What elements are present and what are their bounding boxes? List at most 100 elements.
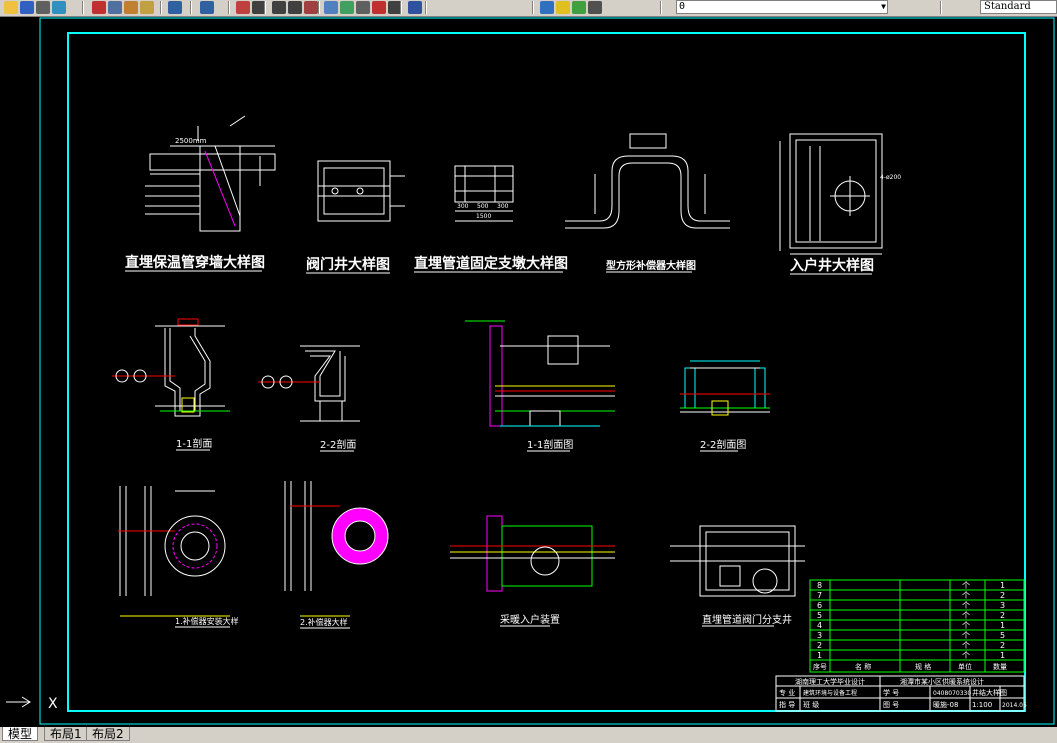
properties-icon[interactable]: [304, 1, 318, 14]
svg-text:个: 个: [962, 591, 970, 600]
title-compensator: 2.补偿器大样: [300, 617, 348, 627]
svg-text:4: 4: [817, 621, 822, 630]
detail-compensator-install: [118, 486, 230, 617]
pan-icon[interactable]: [236, 1, 250, 14]
zoom-window-icon[interactable]: [272, 1, 286, 14]
print-icon[interactable]: [36, 1, 50, 14]
svg-text:班 级: 班 级: [803, 700, 819, 709]
chevron-down-icon[interactable]: ▼: [881, 1, 886, 13]
svg-text:建筑环境与设备工程: 建筑环境与设备工程: [803, 689, 857, 697]
title-branch-well: 直埋管道阀门分支井: [702, 613, 792, 626]
svg-text:5: 5: [1000, 631, 1005, 640]
match-properties-icon[interactable]: [140, 1, 154, 14]
svg-text:1: 1: [1000, 621, 1005, 630]
title-wall-penetration: 直埋保温管穿墙大样图: [125, 254, 265, 271]
title-section-2-2-b: 2-2剖面图: [700, 438, 746, 451]
toolbar-separator: [190, 1, 192, 14]
svg-text:个: 个: [962, 621, 970, 630]
parts-table: 8 个 1 7 个 2 6 个 3 5 个 2 4 个 1 3 个 5 2 个 2 1 个 1 序号 名 称 规…: [809, 579, 1025, 673]
detail-valve-well: [317, 160, 405, 222]
svg-text:1500: 1500: [476, 213, 491, 220]
svg-text:300: 300: [457, 203, 469, 210]
toolbar-separator: [425, 1, 427, 14]
row3-titles: 1.补偿器安装大样 2.补偿器大样 采暖入户装置 直埋管道阀门分支井: [175, 613, 792, 629]
svg-text:指 导: 指 导: [779, 700, 795, 709]
detail-wall-penetration: 2500mm: [145, 115, 276, 232]
svg-text:序号: 序号: [813, 662, 827, 671]
toolbar-separator: [82, 1, 84, 14]
tab-layout1[interactable]: 布局1: [44, 727, 88, 741]
title-valve-well: 阀门井大样图: [306, 256, 390, 273]
detail-fixed-support: 300 500 300 1500: [454, 165, 514, 222]
title-block-project: 湘潭市某小区供暖系统设计: [900, 677, 984, 686]
svg-text:个: 个: [962, 651, 970, 660]
section-1-1-a: [112, 318, 230, 417]
open-icon[interactable]: [4, 1, 18, 14]
drawing-canvas[interactable]: 2500mm 300 500 300 1500 4-ø200 直埋保温管穿墙大样…: [0, 16, 1057, 727]
preview-icon[interactable]: [52, 1, 66, 14]
layer-state-icon[interactable]: [556, 1, 570, 14]
section-1-1-b: [465, 320, 615, 427]
paste-icon[interactable]: [124, 1, 138, 14]
svg-text:0408070330: 0408070330: [933, 690, 971, 697]
sheet-set-icon[interactable]: [356, 1, 370, 14]
section-2-2-b: [680, 360, 770, 416]
toolbar-separator: [264, 1, 266, 14]
svg-text:名 称: 名 称: [855, 662, 871, 671]
title-section-2-2-a: 2-2剖面: [320, 438, 356, 451]
cut-icon[interactable]: [92, 1, 106, 14]
svg-text:1: 1: [1000, 651, 1005, 660]
svg-text:单位: 单位: [958, 662, 972, 671]
toolbar-separator: [318, 1, 320, 14]
svg-text:个: 个: [962, 601, 970, 610]
section-2-2-a: [258, 345, 360, 422]
svg-text:1: 1: [1000, 581, 1005, 590]
ucs-x-label: X: [48, 696, 58, 712]
svg-text:1: 1: [817, 651, 822, 660]
detail-entry-well: 4-ø200: [779, 133, 901, 255]
save-icon[interactable]: [20, 1, 34, 14]
text-style-value: Standard: [984, 1, 1031, 12]
copy-icon[interactable]: [108, 1, 122, 14]
svg-text:3: 3: [1000, 601, 1005, 610]
svg-text:专 业: 专 业: [779, 688, 795, 697]
svg-text:7: 7: [817, 591, 822, 600]
redo-icon[interactable]: [200, 1, 214, 14]
svg-text:个: 个: [962, 611, 970, 620]
svg-text:2500mm: 2500mm: [175, 137, 207, 145]
tab-model[interactable]: 模型: [2, 727, 39, 741]
undo-icon[interactable]: [168, 1, 182, 14]
tab-layout2[interactable]: 布局2: [86, 727, 130, 741]
title-fixed-support: 直埋管道固定支墩大样图: [414, 255, 568, 272]
toolbar-separator: [160, 1, 162, 14]
toolbar-separator: [400, 1, 402, 14]
zoom-previous-icon[interactable]: [288, 1, 302, 14]
markup-icon[interactable]: [372, 1, 386, 14]
design-center-icon[interactable]: [324, 1, 338, 14]
svg-text:2: 2: [1000, 611, 1005, 620]
layout-tabs: 模型 布局1 布局2: [0, 727, 1057, 743]
title-compensator-install: 1.补偿器安装大样: [175, 616, 239, 626]
text-style-icon[interactable]: [588, 1, 602, 14]
help-icon[interactable]: [408, 1, 422, 14]
title-entry-well: 入户井大样图: [790, 257, 874, 274]
toolbar-separator: [940, 1, 942, 14]
layer-previous-icon[interactable]: [572, 1, 586, 14]
svg-text:数量: 数量: [993, 662, 1007, 671]
svg-text:个: 个: [962, 641, 970, 650]
layer-value: 0: [679, 1, 686, 12]
text-style-dropdown[interactable]: Standard: [980, 0, 1057, 14]
title-section-1-1-a: 1-1剖面: [176, 437, 212, 450]
tool-palettes-icon[interactable]: [340, 1, 354, 14]
svg-text:2: 2: [817, 641, 822, 650]
svg-text:规 格: 规 格: [915, 662, 931, 671]
detail-heating-entry: [450, 515, 615, 592]
layer-manager-icon[interactable]: [540, 1, 554, 14]
layer-dropdown[interactable]: 0 ▼: [676, 0, 888, 14]
row1-titles: 直埋保温管穿墙大样图 阀门井大样图 直埋管道固定支墩大样图 型方形补偿器大样图 …: [125, 254, 874, 275]
toolbar-separator: [228, 1, 230, 14]
svg-text:4-ø200: 4-ø200: [880, 174, 901, 181]
ucs-icon: X: [6, 696, 58, 712]
title-block-date: 2014.05: [1002, 702, 1027, 709]
title-heating-entry: 采暖入户装置: [500, 613, 560, 626]
